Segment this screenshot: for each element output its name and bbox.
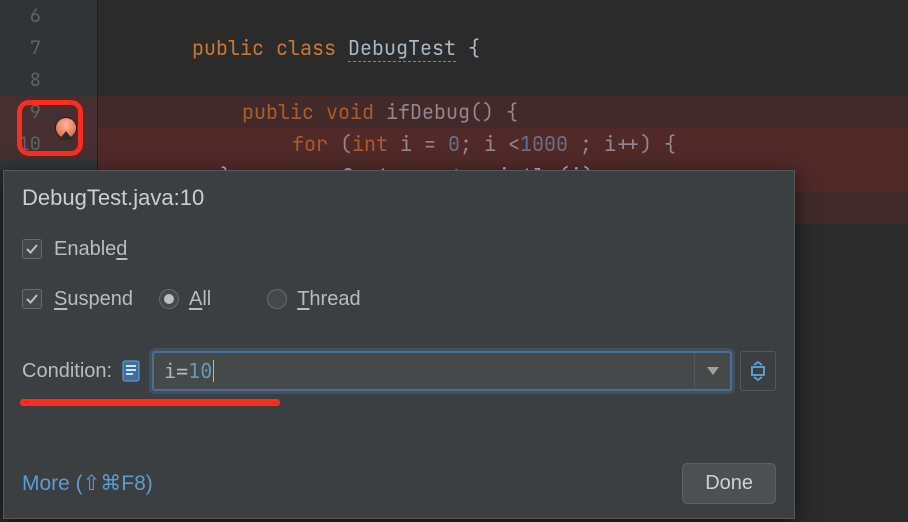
line-number: 8 [1,64,41,96]
line-number: 9 [1,96,41,128]
annotation-underline [20,399,280,406]
more-link[interactable]: More (⇧⌘F8) [22,471,153,496]
scope-all-label: All [189,288,211,311]
line-number: 10 [1,128,41,160]
breakpoint-properties-popup: DebugTest.java:10 Enabled Suspend All Th… [3,170,795,519]
scope-thread-label: Thread [297,288,360,311]
line-number: 7 [1,32,41,64]
done-button[interactable]: Done [682,463,776,504]
enabled-label: Enabled [54,238,127,261]
enabled-checkbox[interactable] [22,239,42,259]
line-number: 6 [1,0,41,32]
code-editor: 6 7 8 9 10 public class DebugTest { publ… [0,0,908,170]
condition-label: Condition: [22,360,112,383]
breakpoint-icon[interactable] [56,118,76,138]
scope-thread-radio[interactable] [267,289,287,309]
scope-all-radio[interactable] [159,289,179,309]
java-file-icon [122,360,142,382]
expand-condition-button[interactable] [740,351,776,391]
suspend-checkbox[interactable] [22,289,42,309]
popup-title: DebugTest.java:10 [22,185,776,211]
condition-input[interactable]: i=10 [152,351,732,391]
editor-gutter: 6 7 8 9 10 [0,0,98,170]
condition-history-dropdown[interactable] [694,353,730,389]
suspend-label: Suspend [54,288,133,311]
